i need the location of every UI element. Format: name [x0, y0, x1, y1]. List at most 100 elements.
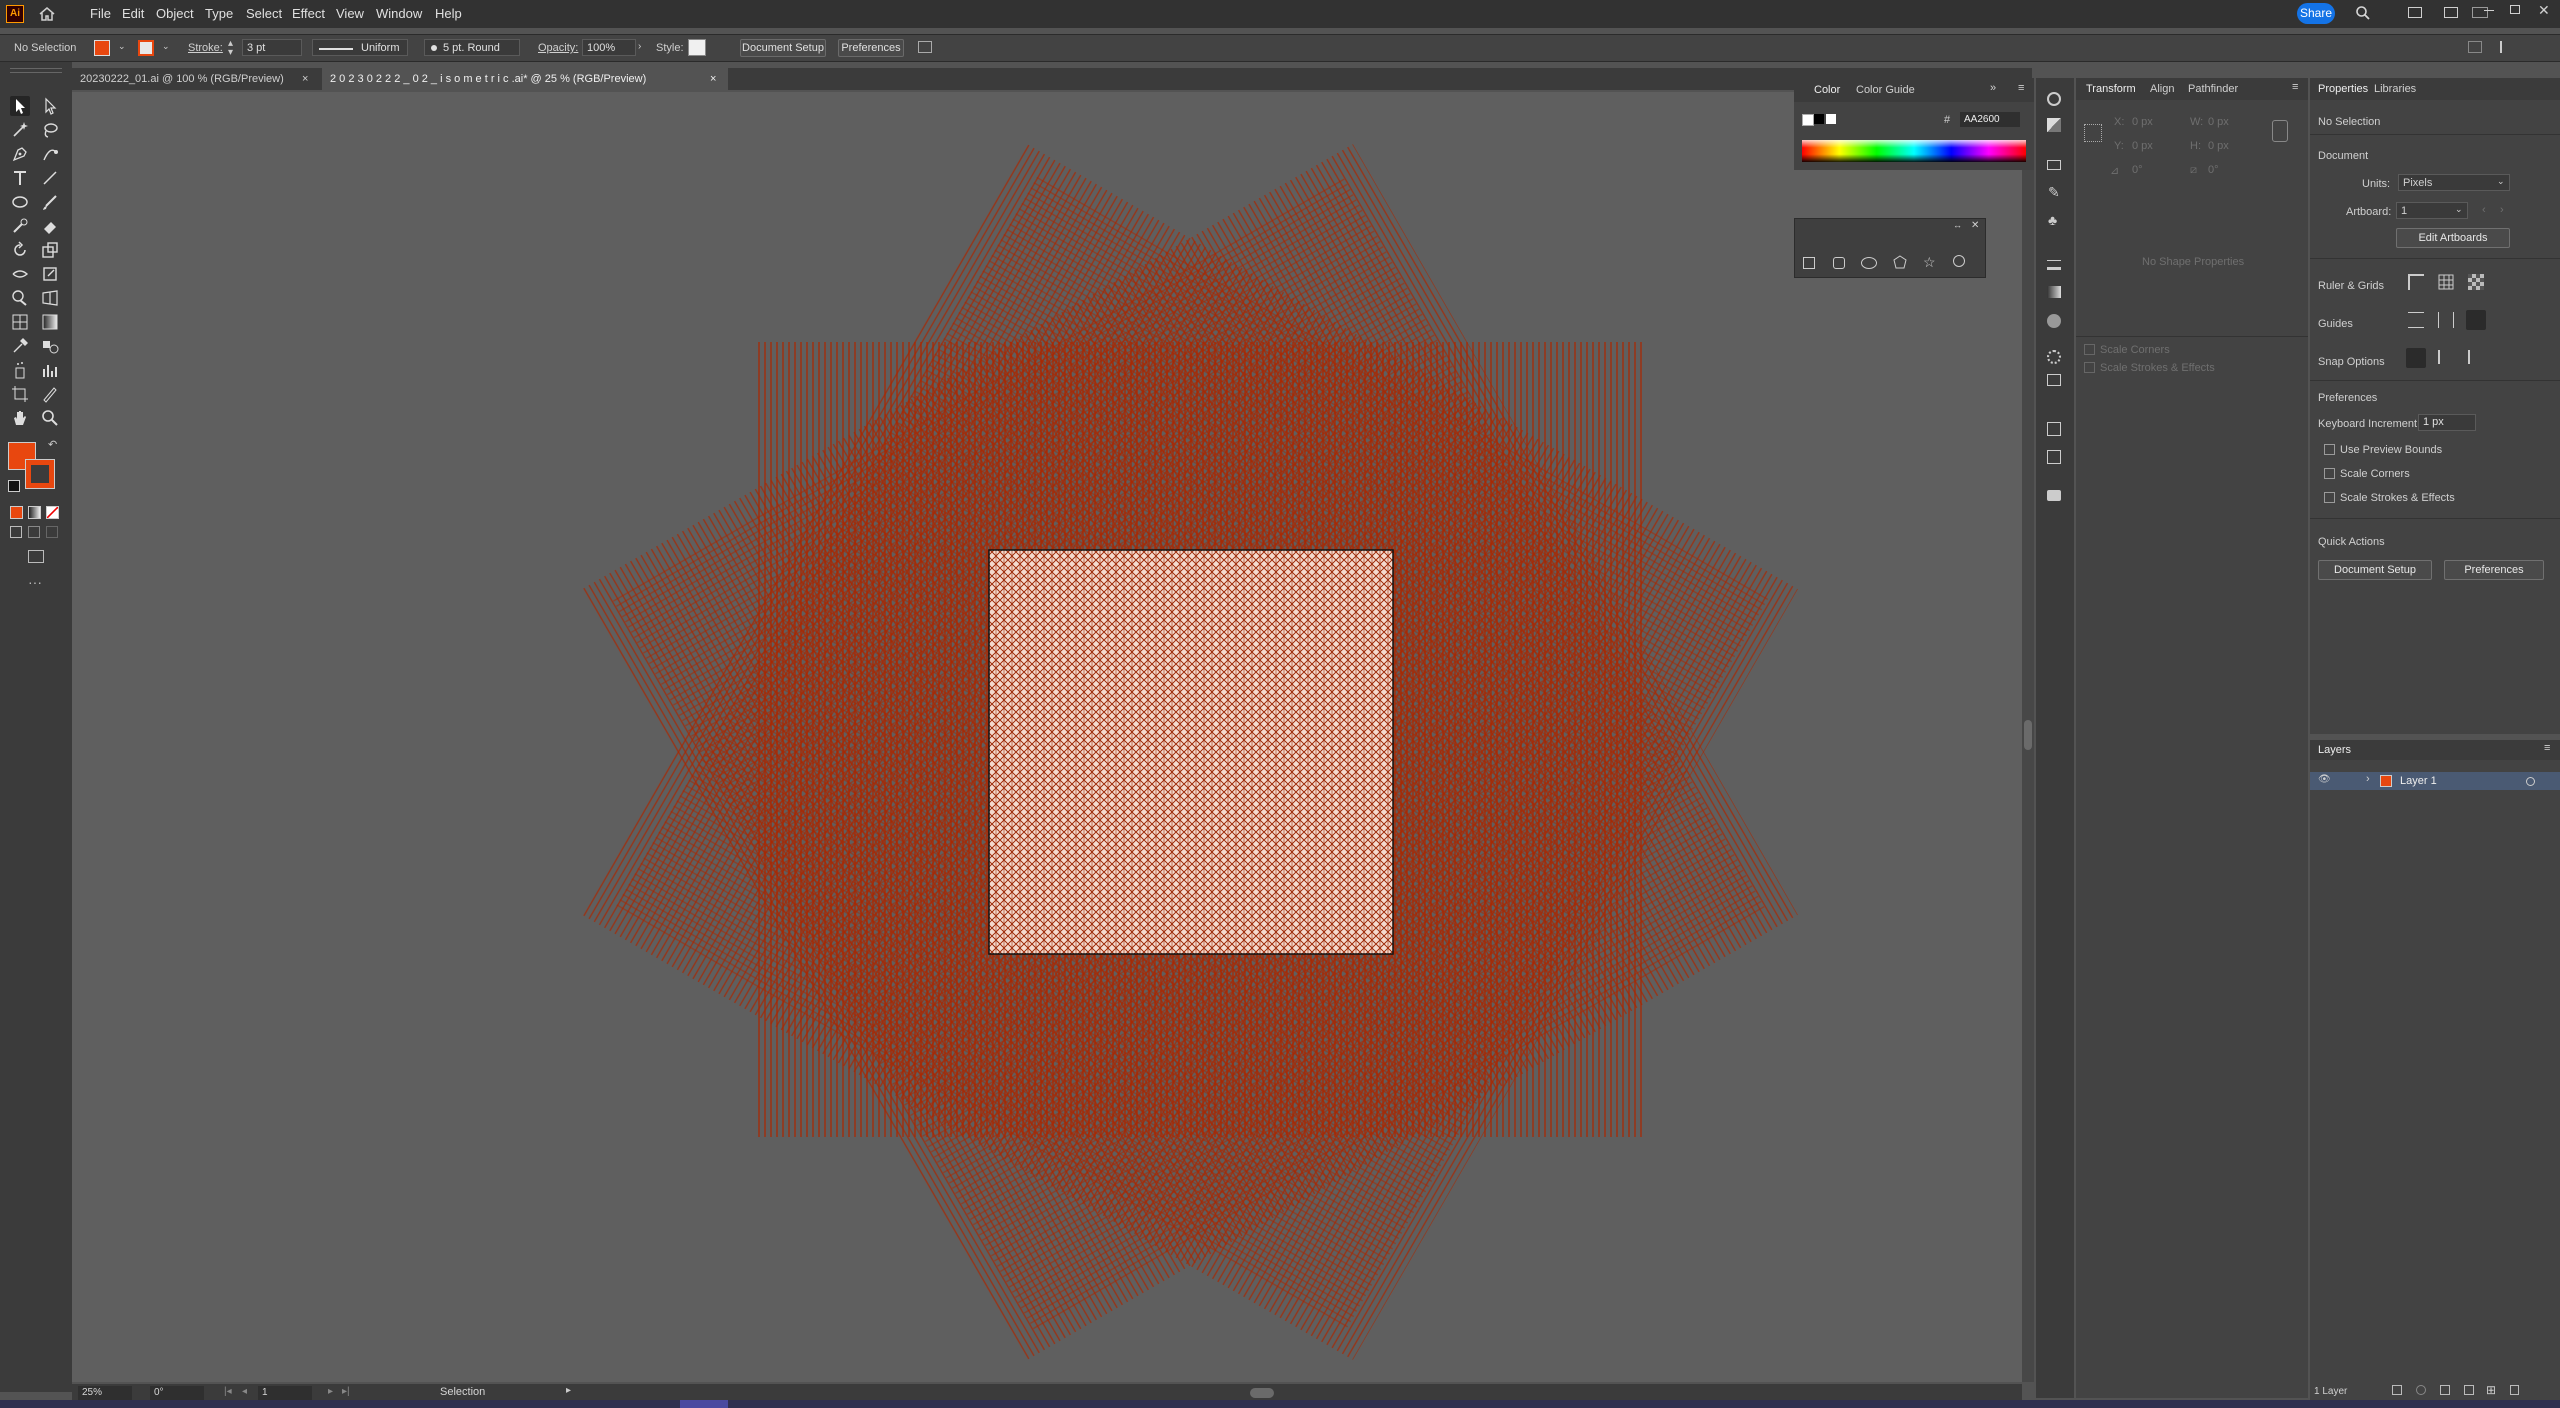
menu-file[interactable]: File: [90, 6, 111, 21]
search-adobe-stock-icon[interactable]: [2472, 7, 2488, 18]
shaper-tool-icon[interactable]: [10, 216, 30, 236]
zoom-tool-icon[interactable]: [40, 408, 60, 428]
preferences-button[interactable]: Preferences: [2444, 560, 2544, 580]
tab-color[interactable]: Color: [1814, 84, 1840, 96]
visibility-eye-icon[interactable]: 👁︎: [2318, 774, 2331, 785]
lock-guides-icon[interactable]: [2438, 312, 2454, 328]
rounded-rectangle-shape-icon[interactable]: [1833, 257, 1845, 269]
draw-normal-icon[interactable]: [10, 526, 22, 538]
artboard-number-field[interactable]: 1: [258, 1386, 312, 1400]
eraser-tool-icon[interactable]: [40, 216, 60, 236]
color-panel-icon[interactable]: [2047, 92, 2061, 106]
ellipse-tool-icon[interactable]: [10, 192, 30, 212]
brush-definition[interactable]: 5 pt. Round: [424, 39, 520, 56]
horizontal-scroll-thumb[interactable]: [1250, 1388, 1274, 1398]
gradient-tool-icon[interactable]: [40, 312, 60, 332]
swatches-panel-icon[interactable]: [2047, 160, 2061, 170]
rotation-field[interactable]: 0°: [150, 1386, 204, 1400]
line-segment-tool-icon[interactable]: [40, 168, 60, 188]
rectangle-shape-icon[interactable]: [1803, 257, 1815, 269]
ellipse-shape-icon[interactable]: [1861, 257, 1877, 269]
tab-document-1[interactable]: 20230222_01.ai @ 100 % (RGB/Preview) ×: [72, 68, 322, 90]
vertical-scroll-thumb[interactable]: [2024, 720, 2032, 750]
stroke-stepper-icon[interactable]: ▴ ▾: [228, 39, 233, 58]
panel-menu-icon[interactable]: ≡: [2544, 742, 2550, 754]
color-mode-icon[interactable]: [10, 506, 23, 519]
new-sublayer-icon[interactable]: [2464, 1385, 2474, 1395]
perspective-grid-tool-icon[interactable]: [40, 288, 60, 308]
workspace-switcher-icon[interactable]: [2408, 7, 2422, 18]
reference-point-icon[interactable]: [2084, 124, 2102, 142]
column-graph-tool-icon[interactable]: [40, 360, 60, 380]
chevron-right-icon[interactable]: ›: [638, 41, 641, 52]
status-menu-icon[interactable]: ▸: [566, 1385, 571, 1396]
panel-menu-icon[interactable]: ≡: [2018, 82, 2024, 94]
graphic-style-swatch[interactable]: [688, 39, 706, 56]
home-icon[interactable]: [38, 5, 56, 26]
close-panel-icon[interactable]: ✕: [1971, 220, 1979, 231]
menu-view[interactable]: View: [336, 6, 364, 21]
rulers-icon[interactable]: [2408, 274, 2424, 290]
fill-swatch[interactable]: [94, 40, 110, 56]
export-panel-icon[interactable]: [2047, 422, 2061, 436]
last-artboard-icon[interactable]: ▸|: [342, 1386, 350, 1397]
artboard-dropdown[interactable]: 1 ⌄: [2396, 202, 2468, 219]
close-tab-icon[interactable]: ×: [710, 68, 716, 90]
brushes-panel-icon[interactable]: ✎: [2048, 184, 2060, 201]
document-setup-button[interactable]: Document Setup: [740, 39, 826, 57]
panel-menu-icon[interactable]: [2468, 41, 2482, 53]
zoom-field[interactable]: 25%: [78, 1386, 132, 1400]
collapse-panel-icon[interactable]: »: [1990, 82, 1996, 94]
snap-to-glyph-icon[interactable]: [2468, 350, 2482, 364]
chevron-down-icon[interactable]: ⌄: [162, 41, 170, 52]
menu-select[interactable]: Select: [246, 6, 282, 21]
previous-artboard-icon[interactable]: ‹: [2482, 204, 2486, 216]
scale-strokes-checkbox[interactable]: [2324, 492, 2335, 503]
magic-wand-tool-icon[interactable]: [10, 120, 30, 140]
snap-to-point-icon[interactable]: [2406, 348, 2426, 368]
black-color-icon[interactable]: [1814, 114, 1824, 124]
taskbar-item[interactable]: [680, 1400, 728, 1408]
next-artboard-icon[interactable]: ›: [2500, 204, 2504, 216]
use-preview-bounds-checkbox[interactable]: [2324, 444, 2335, 455]
keyboard-increment-field[interactable]: 1 px: [2418, 414, 2476, 431]
expand-panel-icon[interactable]: ↔: [1953, 220, 1962, 230]
search-icon[interactable]: [2355, 5, 2371, 24]
clipping-mask-icon[interactable]: [2440, 1385, 2450, 1395]
arrange-icon[interactable]: [918, 41, 932, 53]
artboard-tool-icon[interactable]: [10, 384, 30, 404]
tab-properties[interactable]: Properties: [2318, 83, 2368, 95]
selection-tool-icon[interactable]: [10, 96, 30, 116]
grid-icon[interactable]: [2438, 274, 2454, 293]
isometric-artboard[interactable]: [988, 549, 1394, 955]
paintbrush-tool-icon[interactable]: [40, 192, 60, 212]
units-dropdown[interactable]: Pixels ⌄: [2398, 174, 2510, 191]
hand-tool-icon[interactable]: [10, 408, 30, 428]
stroke-swatch[interactable]: [138, 40, 154, 56]
width-tool-icon[interactable]: [10, 264, 30, 284]
document-setup-button[interactable]: Document Setup: [2318, 560, 2432, 580]
snap-to-pixel-icon[interactable]: [2438, 350, 2452, 364]
blend-tool-icon[interactable]: [40, 336, 60, 356]
scale-strokes-checkbox[interactable]: [2084, 362, 2095, 373]
current-tool-status[interactable]: Selection: [440, 1386, 485, 1398]
tab-align[interactable]: Align: [2150, 83, 2174, 95]
next-artboard-icon[interactable]: ▸: [328, 1386, 333, 1397]
tab-layers[interactable]: Layers: [2318, 744, 2351, 756]
draw-inside-icon[interactable]: [46, 526, 58, 538]
scale-corners-checkbox[interactable]: [2084, 344, 2095, 355]
gradient-mode-icon[interactable]: [28, 506, 41, 519]
none-mode-icon[interactable]: [46, 506, 59, 519]
direct-selection-tool-icon[interactable]: [40, 96, 60, 116]
opacity-field[interactable]: 100%: [582, 39, 636, 56]
menu-window[interactable]: Window: [376, 6, 422, 21]
delete-layer-icon[interactable]: [2510, 1385, 2519, 1395]
color-spectrum[interactable]: [1802, 140, 2026, 162]
document-canvas[interactable]: [72, 92, 2022, 1382]
layer-target-icon[interactable]: [2526, 777, 2535, 786]
variable-width-profile[interactable]: Uniform: [312, 39, 408, 56]
default-fill-stroke-icon[interactable]: [8, 480, 20, 492]
panel-menu-icon[interactable]: ≡: [2292, 81, 2298, 93]
edit-artboards-button[interactable]: Edit Artboards: [2396, 228, 2510, 248]
draw-behind-icon[interactable]: [28, 526, 40, 538]
